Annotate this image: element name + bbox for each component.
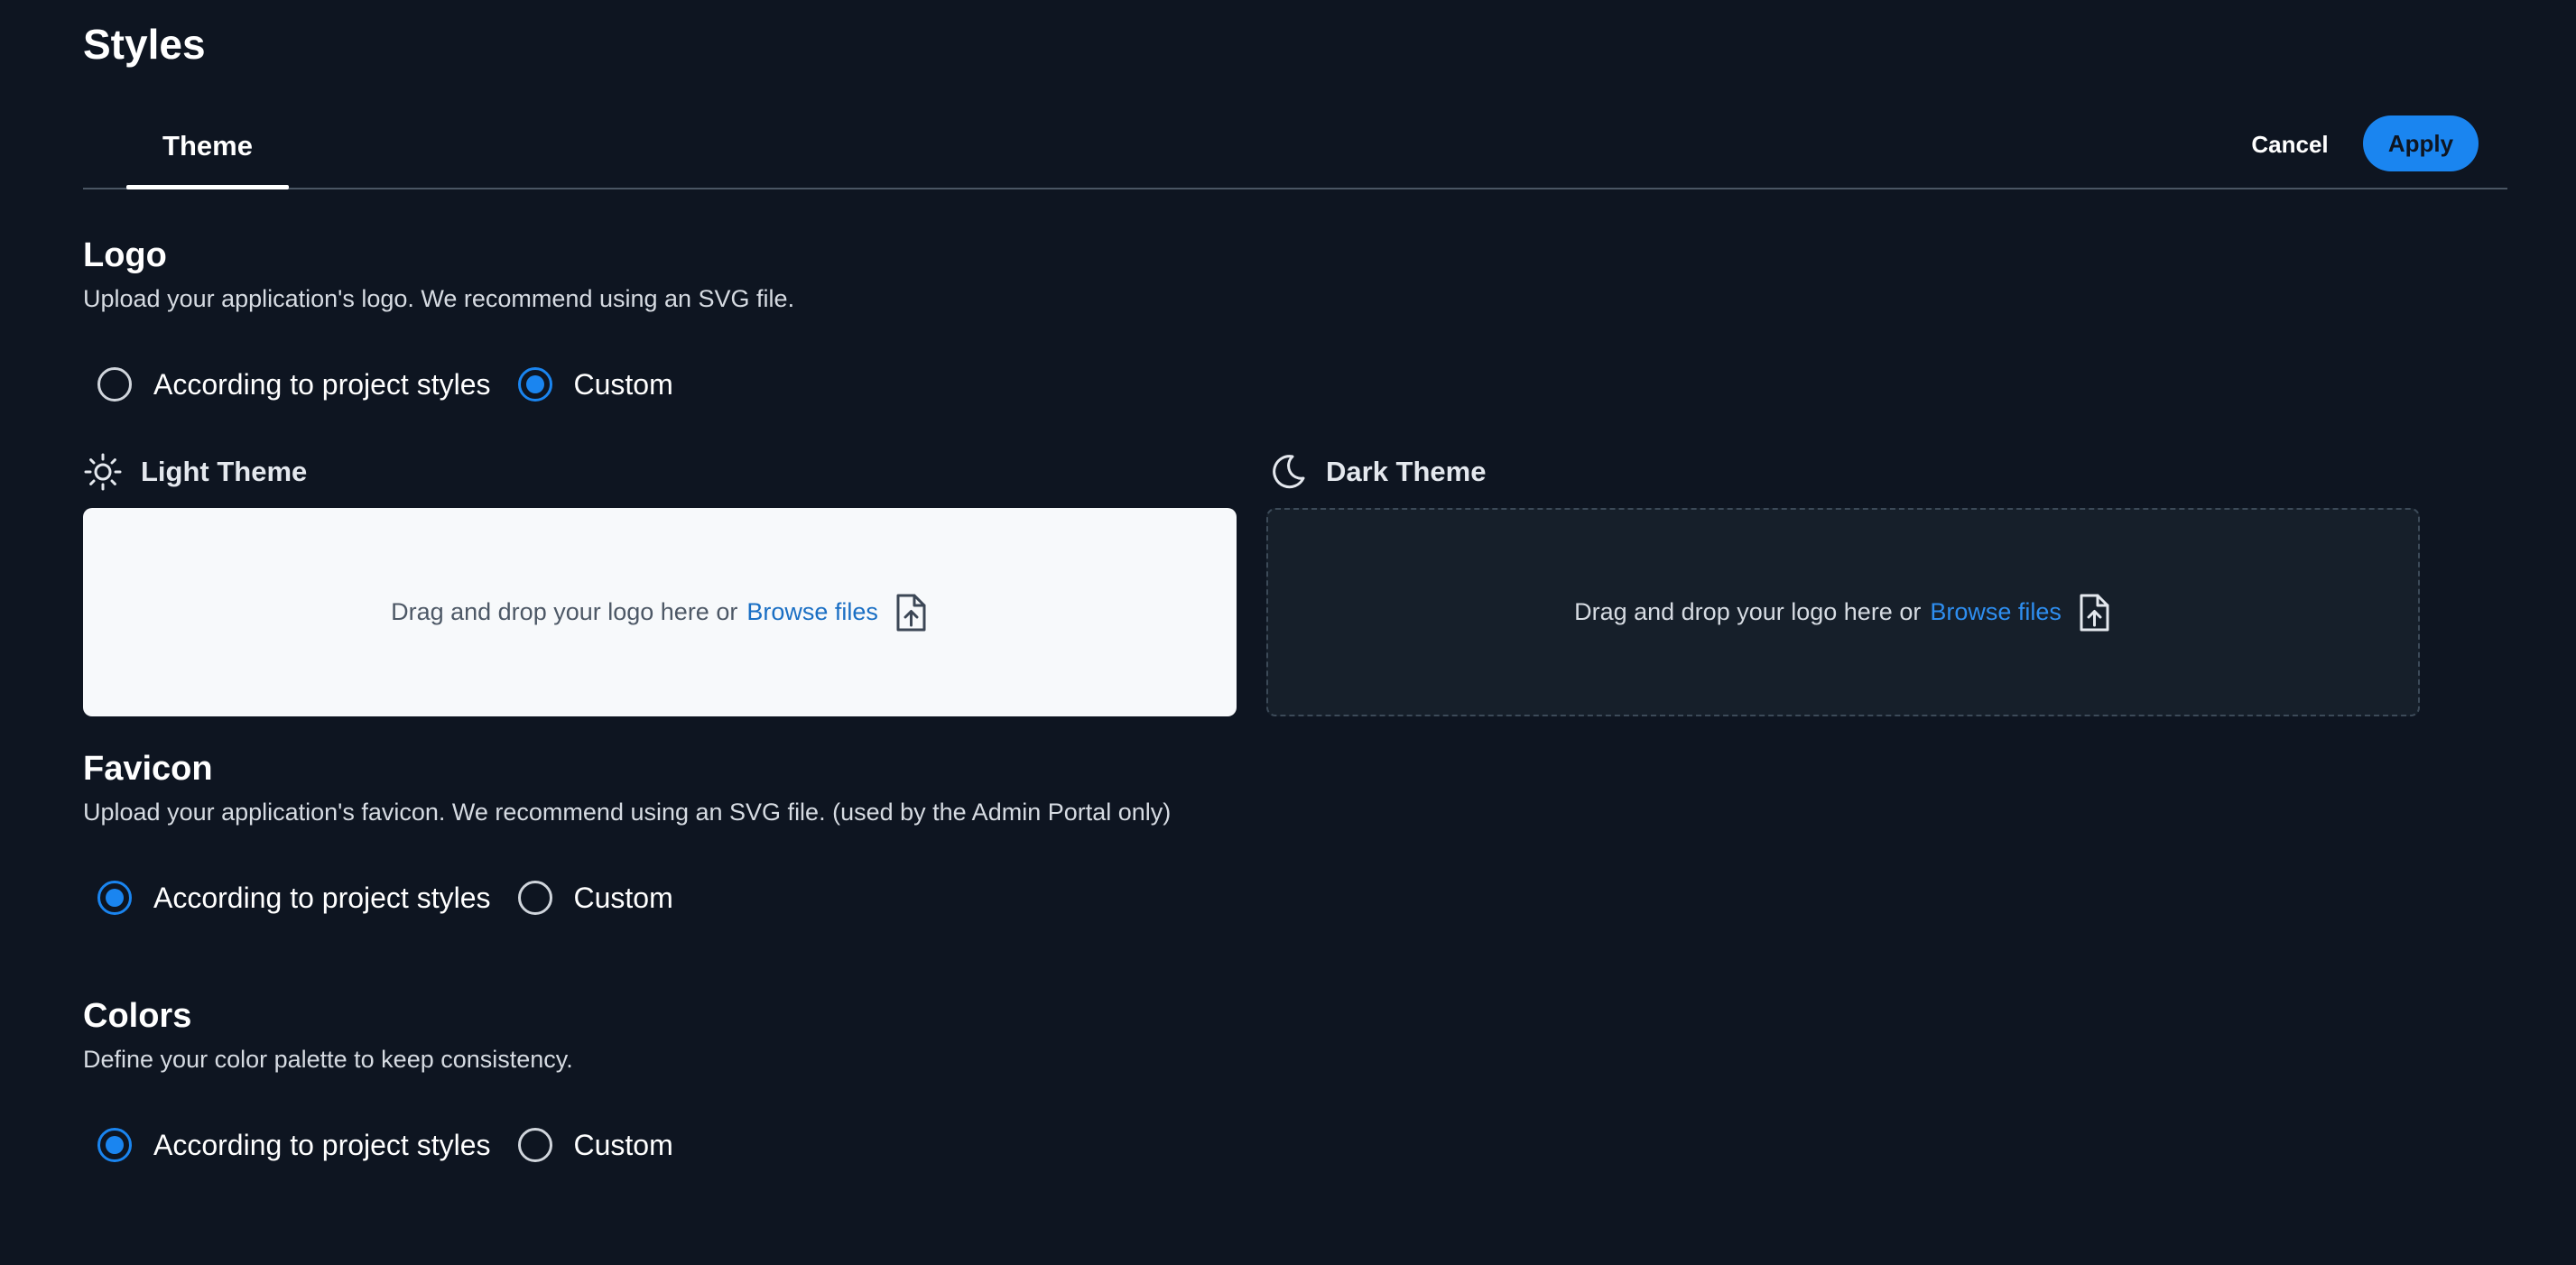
logo-radio-group: According to project styles Custom (97, 364, 700, 405)
radio-checked[interactable] (97, 881, 132, 915)
radio-label: According to project styles (153, 367, 491, 401)
styles-page: Styles Theme Cancel Apply Logo Upload yo… (0, 0, 2576, 1265)
dark-logo-dropzone[interactable]: Drag and drop your logo here or Browse f… (1266, 508, 2420, 716)
file-upload-icon[interactable] (2076, 593, 2112, 632)
light-theme-header: Light Theme (83, 451, 307, 493)
radio-unchecked[interactable] (517, 881, 552, 915)
dark-theme-header: Dark Theme (1268, 451, 1486, 493)
dark-theme-label: Dark Theme (1326, 456, 1487, 487)
logo-option-project-styles[interactable]: According to project styles (97, 367, 491, 402)
logo-section-description: Upload your application's logo. We recom… (83, 285, 795, 312)
radio-label: Custom (573, 881, 673, 914)
light-theme-label: Light Theme (141, 456, 308, 487)
radio-unchecked[interactable] (517, 1128, 552, 1162)
browse-files-link[interactable]: Browse files (1930, 598, 2062, 626)
radio-dot (106, 889, 124, 907)
cancel-button[interactable]: Cancel (2229, 115, 2350, 173)
dropzone-text: Drag and drop your logo here or (1574, 598, 1922, 625)
apply-button[interactable]: Apply (2363, 115, 2479, 171)
radio-unchecked[interactable] (97, 367, 132, 402)
favicon-radio-group: According to project styles Custom (97, 877, 700, 919)
active-tab-indicator (126, 185, 289, 189)
logo-option-custom[interactable]: Custom (517, 367, 673, 402)
colors-section-description: Define your color palette to keep consis… (83, 1046, 573, 1073)
colors-option-custom[interactable]: Custom (517, 1128, 673, 1162)
dropzone-text: Drag and drop your logo here or (391, 598, 738, 625)
colors-section-title: Colors (83, 997, 192, 1035)
radio-dot (106, 1136, 124, 1154)
browse-files-link[interactable]: Browse files (746, 598, 878, 626)
radio-label: Custom (573, 1128, 673, 1161)
radio-dot (525, 375, 544, 393)
favicon-section-description: Upload your application's favicon. We re… (83, 799, 1172, 826)
favicon-option-project-styles[interactable]: According to project styles (97, 881, 491, 915)
colors-option-project-styles[interactable]: According to project styles (97, 1128, 491, 1162)
colors-radio-group: According to project styles Custom (97, 1124, 700, 1166)
radio-label: Custom (573, 367, 673, 401)
radio-checked[interactable] (517, 367, 552, 402)
page-title: Styles (83, 21, 206, 68)
logo-section-title: Logo (83, 236, 167, 274)
light-logo-dropzone[interactable]: Drag and drop your logo here or Browse f… (83, 508, 1237, 716)
tab-theme[interactable]: Theme (126, 117, 289, 186)
file-upload-icon[interactable] (893, 593, 929, 632)
radio-label: According to project styles (153, 1128, 491, 1161)
radio-label: According to project styles (153, 881, 491, 914)
tab-bar: Theme (83, 117, 2507, 189)
sun-icon (84, 453, 122, 491)
radio-checked[interactable] (97, 1128, 132, 1162)
moon-icon (1273, 455, 1305, 489)
favicon-section-title: Favicon (83, 750, 213, 788)
favicon-option-custom[interactable]: Custom (517, 881, 673, 915)
